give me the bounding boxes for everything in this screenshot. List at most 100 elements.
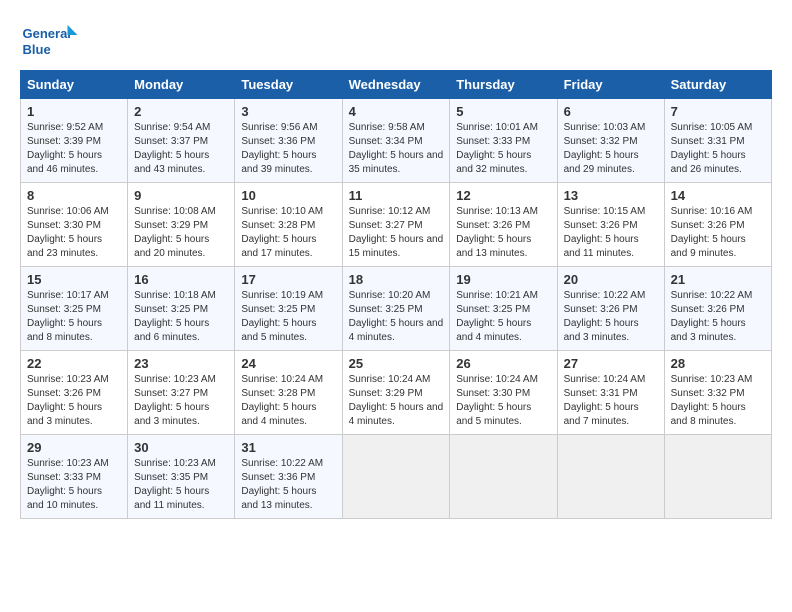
calendar-body: 1 Sunrise: 9:52 AM Sunset: 3:39 PM Dayli… — [21, 99, 772, 519]
calendar-cell: 19 Sunrise: 10:21 AM Sunset: 3:25 PM Day… — [450, 267, 557, 351]
day-info: Sunrise: 10:18 AM Sunset: 3:25 PM Daylig… — [134, 289, 228, 345]
day-info: Sunrise: 10:08 AM Sunset: 3:29 PM Daylig… — [134, 205, 228, 261]
day-info: Sunrise: 9:52 AM Sunset: 3:39 PM Dayligh… — [27, 121, 121, 177]
calendar-cell: 4 Sunrise: 9:58 AM Sunset: 3:34 PM Dayli… — [342, 99, 450, 183]
day-info: Sunrise: 9:58 AM Sunset: 3:34 PM Dayligh… — [349, 121, 444, 177]
day-info: Sunrise: 10:23 AM Sunset: 3:26 PM Daylig… — [27, 373, 121, 429]
day-number: 28 — [671, 356, 765, 371]
logo: General Blue — [20, 20, 85, 60]
day-number: 27 — [564, 356, 658, 371]
calendar-cell — [450, 435, 557, 519]
calendar-cell: 15 Sunrise: 10:17 AM Sunset: 3:25 PM Day… — [21, 267, 128, 351]
day-info: Sunrise: 10:23 AM Sunset: 3:32 PM Daylig… — [671, 373, 765, 429]
day-info: Sunrise: 10:15 AM Sunset: 3:26 PM Daylig… — [564, 205, 658, 261]
day-number: 9 — [134, 188, 228, 203]
calendar-cell: 3 Sunrise: 9:56 AM Sunset: 3:36 PM Dayli… — [235, 99, 342, 183]
calendar-week-1: 1 Sunrise: 9:52 AM Sunset: 3:39 PM Dayli… — [21, 99, 772, 183]
logo-icon: General Blue — [20, 20, 85, 60]
svg-text:Blue: Blue — [23, 42, 51, 57]
calendar-header-row: SundayMondayTuesdayWednesdayThursdayFrid… — [21, 71, 772, 99]
day-number: 16 — [134, 272, 228, 287]
calendar-week-2: 8 Sunrise: 10:06 AM Sunset: 3:30 PM Dayl… — [21, 183, 772, 267]
day-header-saturday: Saturday — [664, 71, 771, 99]
calendar-cell: 9 Sunrise: 10:08 AM Sunset: 3:29 PM Dayl… — [128, 183, 235, 267]
day-info: Sunrise: 10:24 AM Sunset: 3:31 PM Daylig… — [564, 373, 658, 429]
day-info: Sunrise: 10:22 AM Sunset: 3:26 PM Daylig… — [564, 289, 658, 345]
day-number: 8 — [27, 188, 121, 203]
day-number: 13 — [564, 188, 658, 203]
day-number: 10 — [241, 188, 335, 203]
calendar-week-5: 29 Sunrise: 10:23 AM Sunset: 3:33 PM Day… — [21, 435, 772, 519]
calendar-cell: 23 Sunrise: 10:23 AM Sunset: 3:27 PM Day… — [128, 351, 235, 435]
day-number: 31 — [241, 440, 335, 455]
day-header-tuesday: Tuesday — [235, 71, 342, 99]
day-info: Sunrise: 10:22 AM Sunset: 3:26 PM Daylig… — [671, 289, 765, 345]
day-number: 3 — [241, 104, 335, 119]
calendar-table: SundayMondayTuesdayWednesdayThursdayFrid… — [20, 70, 772, 519]
calendar-cell: 2 Sunrise: 9:54 AM Sunset: 3:37 PM Dayli… — [128, 99, 235, 183]
day-number: 1 — [27, 104, 121, 119]
calendar-cell: 25 Sunrise: 10:24 AM Sunset: 3:29 PM Day… — [342, 351, 450, 435]
day-info: Sunrise: 10:24 AM Sunset: 3:30 PM Daylig… — [456, 373, 550, 429]
day-number: 20 — [564, 272, 658, 287]
calendar-cell: 12 Sunrise: 10:13 AM Sunset: 3:26 PM Day… — [450, 183, 557, 267]
day-number: 14 — [671, 188, 765, 203]
day-header-thursday: Thursday — [450, 71, 557, 99]
day-number: 15 — [27, 272, 121, 287]
calendar-cell: 13 Sunrise: 10:15 AM Sunset: 3:26 PM Day… — [557, 183, 664, 267]
day-info: Sunrise: 10:17 AM Sunset: 3:25 PM Daylig… — [27, 289, 121, 345]
calendar-cell: 21 Sunrise: 10:22 AM Sunset: 3:26 PM Day… — [664, 267, 771, 351]
calendar-cell: 11 Sunrise: 10:12 AM Sunset: 3:27 PM Day… — [342, 183, 450, 267]
day-number: 25 — [349, 356, 444, 371]
day-number: 19 — [456, 272, 550, 287]
day-number: 26 — [456, 356, 550, 371]
calendar-week-3: 15 Sunrise: 10:17 AM Sunset: 3:25 PM Day… — [21, 267, 772, 351]
day-number: 21 — [671, 272, 765, 287]
day-number: 29 — [27, 440, 121, 455]
svg-text:General: General — [23, 26, 71, 41]
calendar-cell: 18 Sunrise: 10:20 AM Sunset: 3:25 PM Day… — [342, 267, 450, 351]
day-number: 18 — [349, 272, 444, 287]
day-number: 22 — [27, 356, 121, 371]
day-number: 5 — [456, 104, 550, 119]
calendar-cell: 26 Sunrise: 10:24 AM Sunset: 3:30 PM Day… — [450, 351, 557, 435]
day-info: Sunrise: 10:12 AM Sunset: 3:27 PM Daylig… — [349, 205, 444, 261]
day-info: Sunrise: 10:01 AM Sunset: 3:33 PM Daylig… — [456, 121, 550, 177]
calendar-cell: 27 Sunrise: 10:24 AM Sunset: 3:31 PM Day… — [557, 351, 664, 435]
day-info: Sunrise: 10:23 AM Sunset: 3:27 PM Daylig… — [134, 373, 228, 429]
day-info: Sunrise: 10:06 AM Sunset: 3:30 PM Daylig… — [27, 205, 121, 261]
day-info: Sunrise: 10:20 AM Sunset: 3:25 PM Daylig… — [349, 289, 444, 345]
day-info: Sunrise: 10:22 AM Sunset: 3:36 PM Daylig… — [241, 457, 335, 513]
day-number: 24 — [241, 356, 335, 371]
day-info: Sunrise: 10:10 AM Sunset: 3:28 PM Daylig… — [241, 205, 335, 261]
calendar-cell: 1 Sunrise: 9:52 AM Sunset: 3:39 PM Dayli… — [21, 99, 128, 183]
calendar-cell: 28 Sunrise: 10:23 AM Sunset: 3:32 PM Day… — [664, 351, 771, 435]
day-info: Sunrise: 10:05 AM Sunset: 3:31 PM Daylig… — [671, 121, 765, 177]
day-number: 11 — [349, 188, 444, 203]
day-info: Sunrise: 10:19 AM Sunset: 3:25 PM Daylig… — [241, 289, 335, 345]
day-number: 17 — [241, 272, 335, 287]
calendar-cell: 24 Sunrise: 10:24 AM Sunset: 3:28 PM Day… — [235, 351, 342, 435]
calendar-cell: 16 Sunrise: 10:18 AM Sunset: 3:25 PM Day… — [128, 267, 235, 351]
day-info: Sunrise: 10:21 AM Sunset: 3:25 PM Daylig… — [456, 289, 550, 345]
day-info: Sunrise: 9:56 AM Sunset: 3:36 PM Dayligh… — [241, 121, 335, 177]
day-header-sunday: Sunday — [21, 71, 128, 99]
page-header: General Blue — [20, 20, 772, 60]
day-info: Sunrise: 10:03 AM Sunset: 3:32 PM Daylig… — [564, 121, 658, 177]
calendar-cell: 17 Sunrise: 10:19 AM Sunset: 3:25 PM Day… — [235, 267, 342, 351]
day-number: 2 — [134, 104, 228, 119]
day-info: Sunrise: 10:24 AM Sunset: 3:28 PM Daylig… — [241, 373, 335, 429]
day-header-friday: Friday — [557, 71, 664, 99]
calendar-cell: 29 Sunrise: 10:23 AM Sunset: 3:33 PM Day… — [21, 435, 128, 519]
calendar-cell: 31 Sunrise: 10:22 AM Sunset: 3:36 PM Day… — [235, 435, 342, 519]
calendar-cell: 7 Sunrise: 10:05 AM Sunset: 3:31 PM Dayl… — [664, 99, 771, 183]
day-header-monday: Monday — [128, 71, 235, 99]
day-info: Sunrise: 10:16 AM Sunset: 3:26 PM Daylig… — [671, 205, 765, 261]
day-number: 30 — [134, 440, 228, 455]
calendar-cell: 30 Sunrise: 10:23 AM Sunset: 3:35 PM Day… — [128, 435, 235, 519]
calendar-cell: 8 Sunrise: 10:06 AM Sunset: 3:30 PM Dayl… — [21, 183, 128, 267]
day-number: 7 — [671, 104, 765, 119]
calendar-cell — [557, 435, 664, 519]
day-info: Sunrise: 10:23 AM Sunset: 3:33 PM Daylig… — [27, 457, 121, 513]
calendar-cell: 6 Sunrise: 10:03 AM Sunset: 3:32 PM Dayl… — [557, 99, 664, 183]
